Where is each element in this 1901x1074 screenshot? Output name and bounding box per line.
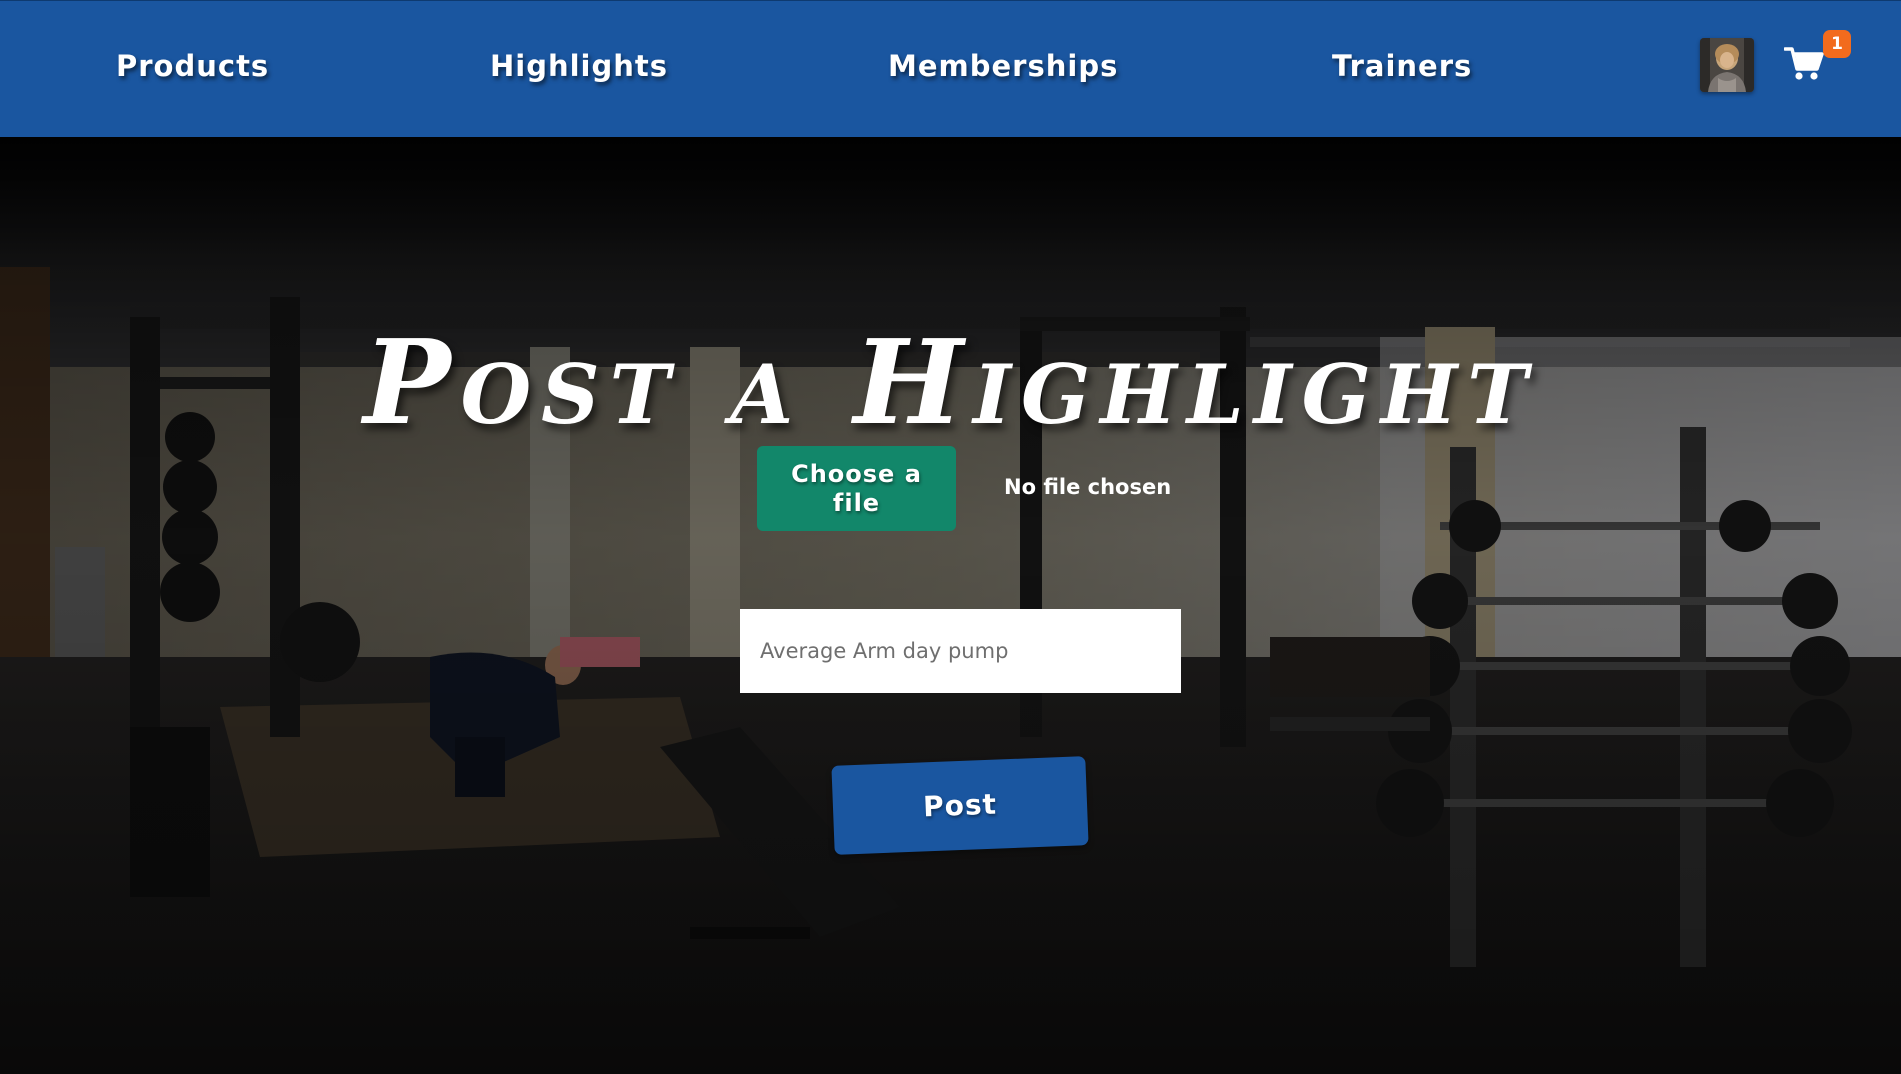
nav-link-highlights[interactable]: Highlights (490, 49, 668, 83)
nav-link-products[interactable]: Products (116, 49, 269, 83)
nav-link-trainers[interactable]: Trainers (1332, 49, 1472, 83)
hero-dim-overlay (0, 137, 1901, 1074)
shopping-cart-icon[interactable] (1783, 44, 1824, 82)
file-status-text: No file chosen (1004, 475, 1172, 499)
choose-file-button[interactable]: Choose a file (757, 446, 956, 531)
caption-input[interactable] (740, 609, 1181, 693)
nav-link-memberships[interactable]: Memberships (888, 49, 1118, 83)
page-title: Post a Highlight (363, 314, 1538, 451)
hero-section: Post a Highlight Choose a file No file c… (0, 137, 1901, 1074)
post-button[interactable]: Post (831, 756, 1089, 855)
user-avatar-image (1700, 38, 1754, 92)
cart-count-badge: 1 (1823, 30, 1851, 58)
top-navbar: Products Highlights Memberships Trainers… (0, 0, 1901, 137)
user-avatar[interactable] (1700, 38, 1754, 92)
